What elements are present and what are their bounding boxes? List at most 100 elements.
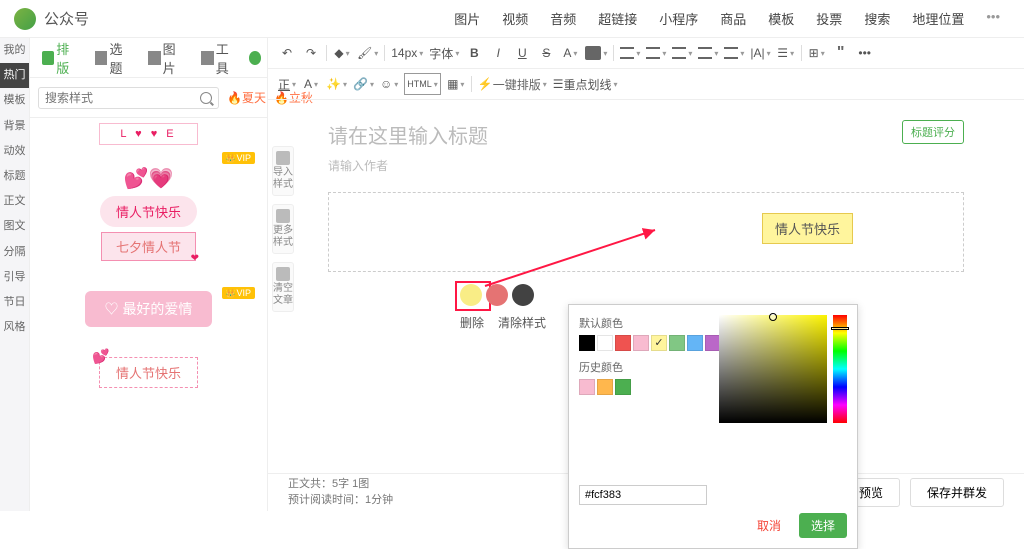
insert-template[interactable]: 模板	[758, 3, 804, 34]
swatch-default-0[interactable]	[579, 335, 595, 351]
align-left-button[interactable]	[620, 42, 640, 64]
insert-search[interactable]: 搜索	[854, 3, 900, 34]
tab-layout[interactable]: 排版	[36, 35, 85, 81]
swatch-default-1[interactable]	[597, 335, 613, 351]
nav-template[interactable]: 模板	[0, 88, 29, 113]
hue-cursor[interactable]	[831, 327, 849, 330]
magic-button[interactable]: ✨	[326, 73, 347, 95]
lineheight-button[interactable]: |A|	[750, 42, 770, 64]
swatch-history-1[interactable]	[597, 379, 613, 395]
html-button[interactable]: HTML	[404, 73, 441, 95]
insert-more-icon[interactable]: •••	[976, 3, 1010, 34]
strikethrough-button[interactable]: S	[537, 42, 555, 64]
app-title: 公众号	[44, 8, 89, 29]
emoji-button[interactable]: ☺	[380, 73, 398, 95]
color-circle-black[interactable]	[512, 284, 534, 306]
swatch-history-2[interactable]	[615, 379, 631, 395]
highlight-button[interactable]: ☰ 重点划线	[553, 73, 618, 95]
hot-tag-summer[interactable]: 🔥夏天	[227, 89, 266, 106]
insert-product[interactable]: 商品	[710, 3, 756, 34]
brush-button[interactable]: 🖌	[357, 42, 378, 64]
indent-button[interactable]	[724, 42, 744, 64]
tab-tool[interactable]: 工具	[195, 35, 244, 81]
autolayout-button[interactable]: ⚡一键排版	[478, 73, 547, 95]
font-color-button[interactable]: A	[561, 42, 579, 64]
underline-button[interactable]: U	[513, 42, 531, 64]
swatch-default-5[interactable]	[669, 335, 685, 351]
title-rating-button[interactable]: 标题评分	[902, 120, 964, 144]
style-card-qixi-text: 七夕情人节	[101, 232, 196, 261]
tab-image[interactable]: 图片	[142, 35, 191, 81]
save-publish-button[interactable]: 保存并群发	[910, 478, 1004, 507]
style-card-best-love[interactable]: VIP 最好的爱情	[38, 291, 259, 327]
nav-body[interactable]: 正文	[0, 189, 29, 214]
fontsize-select[interactable]: 14px	[391, 42, 423, 64]
insert-miniprogram[interactable]: 小程序	[649, 3, 708, 34]
nav-style[interactable]: 风格	[0, 315, 29, 340]
style-search-box[interactable]	[38, 87, 219, 109]
insert-location[interactable]: 地理位置	[902, 3, 974, 34]
swatch-default-4[interactable]	[651, 335, 667, 351]
separator	[613, 45, 614, 61]
gradient-cursor[interactable]	[769, 313, 777, 321]
color-cancel-button[interactable]: 取消	[745, 513, 793, 538]
inserted-element[interactable]: 情人节快乐	[762, 213, 853, 244]
text-effect-1[interactable]: 正	[278, 73, 296, 95]
list-button[interactable]: ☰	[777, 42, 795, 64]
search-input[interactable]	[45, 91, 200, 105]
nav-hot[interactable]: 热门	[0, 63, 29, 88]
insert-image[interactable]: 图片	[444, 3, 490, 34]
delete-action[interactable]: 删除	[460, 314, 484, 331]
align-center-button[interactable]	[646, 42, 666, 64]
swatch-default-2[interactable]	[615, 335, 631, 351]
nav-guide[interactable]: 引导	[0, 265, 29, 290]
bg-color-button[interactable]	[585, 42, 607, 64]
align-right-button[interactable]	[672, 42, 692, 64]
search-icon[interactable]	[200, 92, 212, 104]
nav-animation[interactable]: 动效	[0, 139, 29, 164]
nav-title[interactable]: 标题	[0, 164, 29, 189]
tab-topic[interactable]: 选题	[89, 35, 138, 81]
style-card-love[interactable]: L ♥ ♥ E	[38, 126, 259, 140]
swatch-history-0[interactable]	[579, 379, 595, 395]
eraser-button[interactable]: ◆	[333, 42, 351, 64]
insert-vote[interactable]: 投票	[806, 3, 852, 34]
nav-divider[interactable]: 分隔	[0, 240, 29, 265]
insert-video[interactable]: 视频	[492, 3, 538, 34]
swatch-default-6[interactable]	[687, 335, 703, 351]
author-input[interactable]: 请输入作者	[328, 157, 964, 174]
style-card-qrk2[interactable]: 情人节快乐	[38, 357, 259, 388]
insert-audio[interactable]: 音频	[540, 3, 586, 34]
hue-slider[interactable]	[833, 315, 847, 423]
image-icon	[148, 51, 160, 65]
text-effect-2[interactable]: A	[302, 73, 320, 95]
nav-festival[interactable]: 节日	[0, 290, 29, 315]
align-justify-button[interactable]	[698, 42, 718, 64]
nav-mine[interactable]: 我的	[0, 38, 29, 63]
table-button[interactable]: ⊞	[808, 42, 826, 64]
quote-button[interactable]: "	[832, 42, 850, 64]
color-ok-button[interactable]: 选择	[799, 513, 847, 538]
italic-button[interactable]: I	[489, 42, 507, 64]
read-time-value: 1分钟	[365, 494, 393, 506]
redo-button[interactable]: ↷	[302, 42, 320, 64]
nav-imagetext[interactable]: 图文	[0, 214, 29, 239]
fontfamily-select[interactable]: 字体	[429, 42, 459, 64]
link-button[interactable]: 🔗	[353, 73, 374, 95]
color-circle-red[interactable]	[486, 284, 508, 306]
nav-background[interactable]: 背景	[0, 114, 29, 139]
style-card-hearts[interactable]: VIP 💕💗 情人节快乐	[38, 156, 259, 216]
more-toolbar-button[interactable]: •••	[856, 42, 874, 64]
insert-hyperlink[interactable]: 超链接	[588, 3, 647, 34]
hex-input[interactable]	[579, 485, 707, 505]
color-gradient-picker[interactable]	[719, 315, 827, 423]
title-input[interactable]: 请在这里输入标题	[328, 120, 964, 149]
clear-style-action[interactable]: 清除样式	[498, 314, 546, 331]
color-circle-yellow[interactable]	[460, 284, 482, 306]
code-button[interactable]: ▦	[447, 73, 465, 95]
style-card-qixi[interactable]: 七夕情人节	[38, 232, 259, 261]
context-actions: 删除 清除样式	[460, 314, 546, 331]
bold-button[interactable]: B	[465, 42, 483, 64]
swatch-default-3[interactable]	[633, 335, 649, 351]
undo-button[interactable]: ↶	[278, 42, 296, 64]
